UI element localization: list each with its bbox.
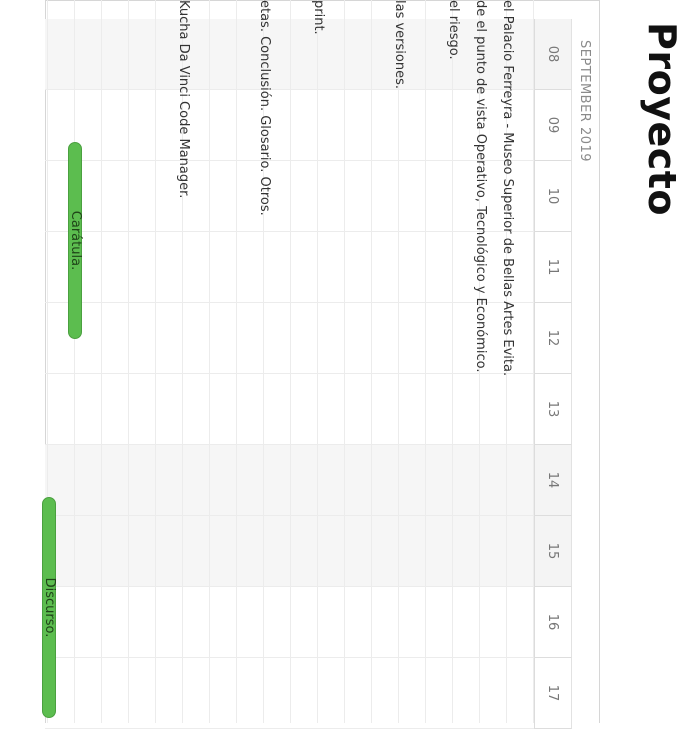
task-label[interactable]: el riesgo. <box>440 0 466 60</box>
page-title: Proyecto <box>640 22 684 217</box>
row-gridline <box>128 0 129 723</box>
day-header-15: 15 <box>534 516 572 587</box>
day-header-10: 10 <box>534 161 572 232</box>
day-header-13: 13 <box>534 374 572 445</box>
day-header-16: 16 <box>534 587 572 658</box>
row-gridline <box>74 0 75 723</box>
task-label[interactable]: de el punto de vista Operativo, Tecnológ… <box>467 0 493 372</box>
task-label[interactable]: print. <box>305 0 331 35</box>
day-header-14: 14 <box>534 445 572 516</box>
day-header-17: 17 <box>534 658 572 729</box>
month-label: SEPTEMBER 2019 <box>577 40 592 163</box>
row-gridline <box>290 0 291 723</box>
task-label[interactable]: el Palacio Ferreyra - Museo Superior de … <box>494 0 520 376</box>
row-gridline <box>398 0 399 723</box>
gantt-canvas: Proyecto SEPTEMBER 2019 08 09 10 11 12 13 14 15… <box>0 0 690 729</box>
row-gridline <box>452 0 453 723</box>
day-header-08: 08 <box>534 19 572 90</box>
row-gridline <box>155 0 156 723</box>
row-gridline <box>344 0 345 723</box>
task-label[interactable]: Kucha Da Vinci Code Manager. <box>170 0 196 198</box>
task-label[interactable]: etas. Conclusión. Glosario. Otros. <box>251 0 277 216</box>
day-header-09: 09 <box>534 90 572 161</box>
row-gridline <box>101 0 102 723</box>
gantt-bar-label: Carátula. <box>68 210 83 271</box>
row-gridline <box>371 0 372 723</box>
row-gridline <box>533 0 534 723</box>
day-header-12: 12 <box>534 303 572 374</box>
task-label[interactable]: las versiones. <box>386 0 412 89</box>
day-header-11: 11 <box>534 232 572 303</box>
row-gridline <box>317 0 318 723</box>
row-gridline <box>209 0 210 723</box>
row-gridline <box>236 0 237 723</box>
gantt-bar-label: Discurso. <box>42 577 57 638</box>
row-gridline <box>425 0 426 723</box>
